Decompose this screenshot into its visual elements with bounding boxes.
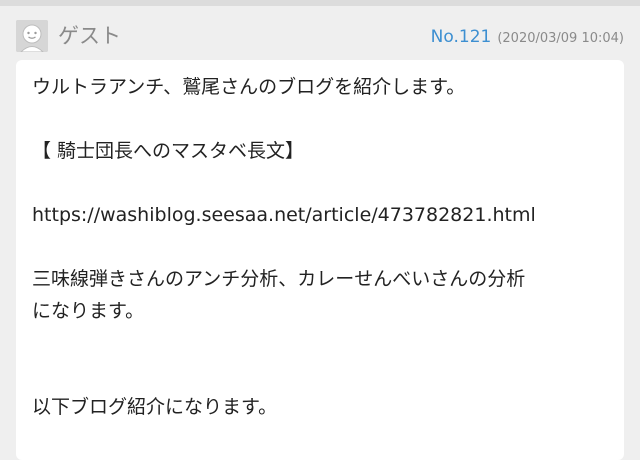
blog-url-link[interactable]: https://washiblog.seesaa.net/article/473… xyxy=(32,199,608,231)
comment-line-blank xyxy=(32,231,608,263)
comment-line: 【 騎士団長へのマスタベ長文】 xyxy=(32,140,305,162)
comment-header: ゲスト No.121 (2020/03/09 10:04) xyxy=(0,6,640,60)
comment-date: (2020/03/09 10:04) xyxy=(497,31,624,46)
guest-avatar-icon xyxy=(16,20,48,52)
comment-line: ウルトラアンチ、鷲尾さんのブログを紹介します。 xyxy=(32,76,466,98)
comment-line-blank xyxy=(32,167,608,199)
comment-post: ゲスト No.121 (2020/03/09 10:04) ウルトラアンチ、鷲尾さ… xyxy=(0,0,640,460)
comment-line-blank xyxy=(32,103,608,135)
comment-line: になります。 xyxy=(32,300,145,322)
comment-meta: No.121 (2020/03/09 10:04) xyxy=(431,27,624,49)
comment-line-blank xyxy=(32,327,608,359)
comment-line: 三味線弾きさんのアンチ分析、カレーせんべいさんの分析 xyxy=(32,268,526,290)
author-name: ゲスト xyxy=(58,24,121,48)
comment-line-blank xyxy=(32,359,608,391)
comment-body: ウルトラアンチ、鷲尾さんのブログを紹介します。 【 騎士団長へのマスタベ長文】 … xyxy=(16,60,624,460)
comment-number-link[interactable]: No.121 xyxy=(431,27,492,47)
comment-line: 以下ブログ紹介になります。 xyxy=(32,396,278,418)
